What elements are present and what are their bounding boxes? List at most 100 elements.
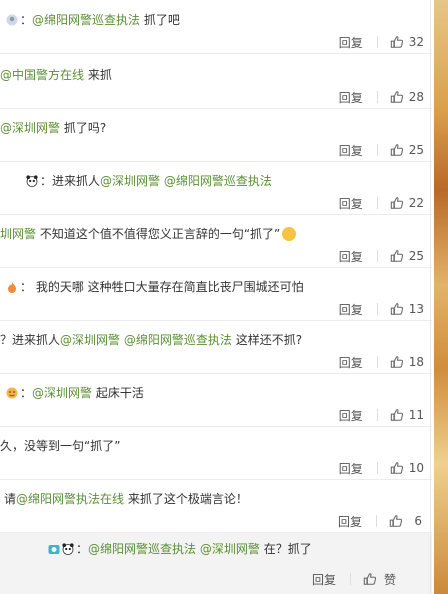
comment-text: @中国警方在线 来抓 (0, 67, 112, 83)
reply-button[interactable]: 回复 (339, 34, 363, 51)
like-count: 25 (408, 249, 424, 263)
comment-actions: 回复 11 (339, 407, 424, 423)
comment-text: 圳网警 不知道这个值不值得您义正言辞的一句“抓了” (0, 226, 297, 242)
comment-actions: 回复 32 (339, 34, 424, 50)
comment-body: 抓了吧 (143, 13, 180, 27)
thumbs-up-icon (363, 572, 377, 586)
mention-link[interactable]: @绵阳网警巡查执法 (124, 333, 232, 347)
mention-link[interactable]: @深圳网警 (100, 174, 160, 188)
comment-row: 请@绵阳网警执法在线 来抓了这个极端言论！ 回复 6 (0, 479, 432, 533)
reply-button[interactable]: 回复 (338, 513, 362, 530)
comment-row: ：@绵阳网警巡查执法 抓了吧 回复 32 (0, 0, 432, 54)
comment-prefix: 请 (4, 492, 17, 506)
action-divider (376, 197, 378, 209)
thumbs-up-icon (390, 249, 404, 263)
reply-button[interactable]: 回复 (339, 354, 363, 371)
comment-actions: 回复 22 (339, 195, 424, 211)
comment-body: 这样还不抓? (235, 333, 303, 347)
action-divider (376, 462, 378, 474)
like-button[interactable]: 6 (389, 514, 422, 528)
comment-actions: 回复 6 (338, 513, 422, 529)
comment-actions: 回复 25 (339, 248, 424, 264)
background-strip (434, 0, 448, 594)
thumbs-up-icon (390, 408, 404, 422)
comment-prefix: ： (76, 542, 89, 556)
mention-link[interactable]: @绵阳网警巡查执法 (32, 13, 140, 27)
comment-body: 起床干活 (95, 386, 144, 400)
comment-body: 在？抓了 (263, 542, 312, 556)
comment-row: 久，没等到一句“抓了” 回复 10 (0, 426, 432, 480)
emoji-icon (6, 387, 18, 399)
action-divider (376, 91, 378, 103)
like-button[interactable]: 11 (390, 408, 424, 422)
comment-list: ：@绵阳网警巡查执法 抓了吧 回复 32 @中国警方在线 来抓 回复 28 @深圳网警 抓了… (0, 0, 434, 594)
mention-link[interactable]: @绵阳网警执法在线 (16, 492, 124, 506)
comment-actions: 回复 25 (339, 142, 424, 158)
like-count: 32 (408, 35, 424, 49)
thumbs-up-icon (390, 35, 404, 49)
comment-text: ： 我的天哪 这种牲口大量存在简直比丧尸围城还可怕 (6, 279, 304, 295)
mention-link[interactable]: @绵阳网警巡查执法 (88, 542, 196, 556)
comment-text: @深圳网警 抓了吗? (0, 120, 106, 136)
comment-prefix: ？进来抓人 (0, 333, 61, 347)
like-button[interactable]: 18 (390, 355, 424, 369)
mention-link[interactable]: 圳网警 (0, 227, 36, 241)
comment-body: 抓了吗? (63, 121, 107, 135)
comment-row: ：@绵阳网警巡查执法 @深圳网警 在？抓了 回复 赞 (0, 533, 432, 594)
comment-text: ：@绵阳网警巡查执法 @深圳网警 在？抓了 (48, 541, 312, 557)
reply-button[interactable]: 回复 (339, 89, 363, 106)
comment-actions: 回复 18 (339, 354, 424, 370)
like-count: 6 (414, 514, 422, 528)
mention-link[interactable]: @深圳网警 (60, 333, 120, 347)
action-divider (350, 573, 351, 585)
comment-body: 来抓 (87, 68, 112, 82)
reply-button[interactable]: 回复 (339, 301, 363, 318)
action-divider (376, 409, 378, 421)
like-count: 13 (408, 302, 424, 316)
comment-row: ：@深圳网警 起床干活回复 11 (0, 373, 432, 427)
thumbs-up-icon (390, 196, 404, 210)
like-button[interactable]: 25 (390, 249, 424, 263)
like-button[interactable]: 32 (390, 35, 424, 49)
comment-prefix: ： (20, 280, 33, 294)
reply-button[interactable]: 回复 (339, 142, 363, 159)
reply-button[interactable]: 回复 (312, 571, 336, 588)
reply-button[interactable]: 回复 (339, 248, 363, 265)
mention-link[interactable]: @深圳网警 (0, 121, 60, 135)
like-button[interactable]: 13 (390, 302, 424, 316)
like-button[interactable]: 赞 (363, 571, 396, 588)
like-button[interactable]: 28 (390, 90, 424, 104)
like-button[interactable]: 22 (390, 196, 424, 210)
like-button[interactable]: 25 (390, 143, 424, 157)
reply-button[interactable]: 回复 (339, 460, 363, 477)
comment-body: 不知道这个值不值得您义正言辞的一句“抓了” (39, 227, 281, 241)
panda-emoji-icon (26, 175, 38, 187)
comment-body: 来抓了这个极端言论！ (127, 492, 248, 506)
comment-row: @深圳网警 抓了吗? 回复 25 (0, 108, 432, 162)
comment-text: 久，没等到一句“抓了” (0, 438, 120, 454)
mention-link[interactable]: @绵阳网警巡查执法 (164, 174, 272, 188)
comment-actions: 回复 10 (339, 460, 424, 476)
mention-link[interactable]: @深圳网警 (200, 542, 260, 556)
action-divider (376, 144, 378, 156)
like-count: 11 (408, 408, 424, 422)
reply-button[interactable]: 回复 (339, 407, 363, 424)
comment-body: 我的天哪 这种牲口大量存在简直比丧尸围城还可怕 (35, 280, 304, 294)
comment-actions: 回复 28 (339, 89, 424, 105)
comment-text: ？进来抓人@深圳网警 @绵阳网警巡查执法 这样还不抓? (0, 332, 302, 348)
like-count: 25 (408, 143, 424, 157)
like-count: 22 (408, 196, 424, 210)
thumbs-up-icon (389, 514, 403, 528)
fire-emoji-icon (6, 281, 18, 293)
comment-row: @中国警方在线 来抓回复 28 (0, 55, 432, 109)
like-button[interactable]: 10 (390, 461, 424, 475)
reply-button[interactable]: 回复 (339, 195, 363, 212)
comment-prefix: ： (20, 386, 33, 400)
mention-link[interactable]: @中国警方在线 (0, 68, 84, 82)
action-divider (376, 36, 378, 48)
like-count: 赞 (383, 572, 396, 587)
like-count: 10 (408, 461, 424, 475)
mention-link[interactable]: @深圳网警 (32, 386, 92, 400)
comment-actions: 回复 赞 (312, 571, 396, 587)
action-divider (376, 356, 378, 368)
